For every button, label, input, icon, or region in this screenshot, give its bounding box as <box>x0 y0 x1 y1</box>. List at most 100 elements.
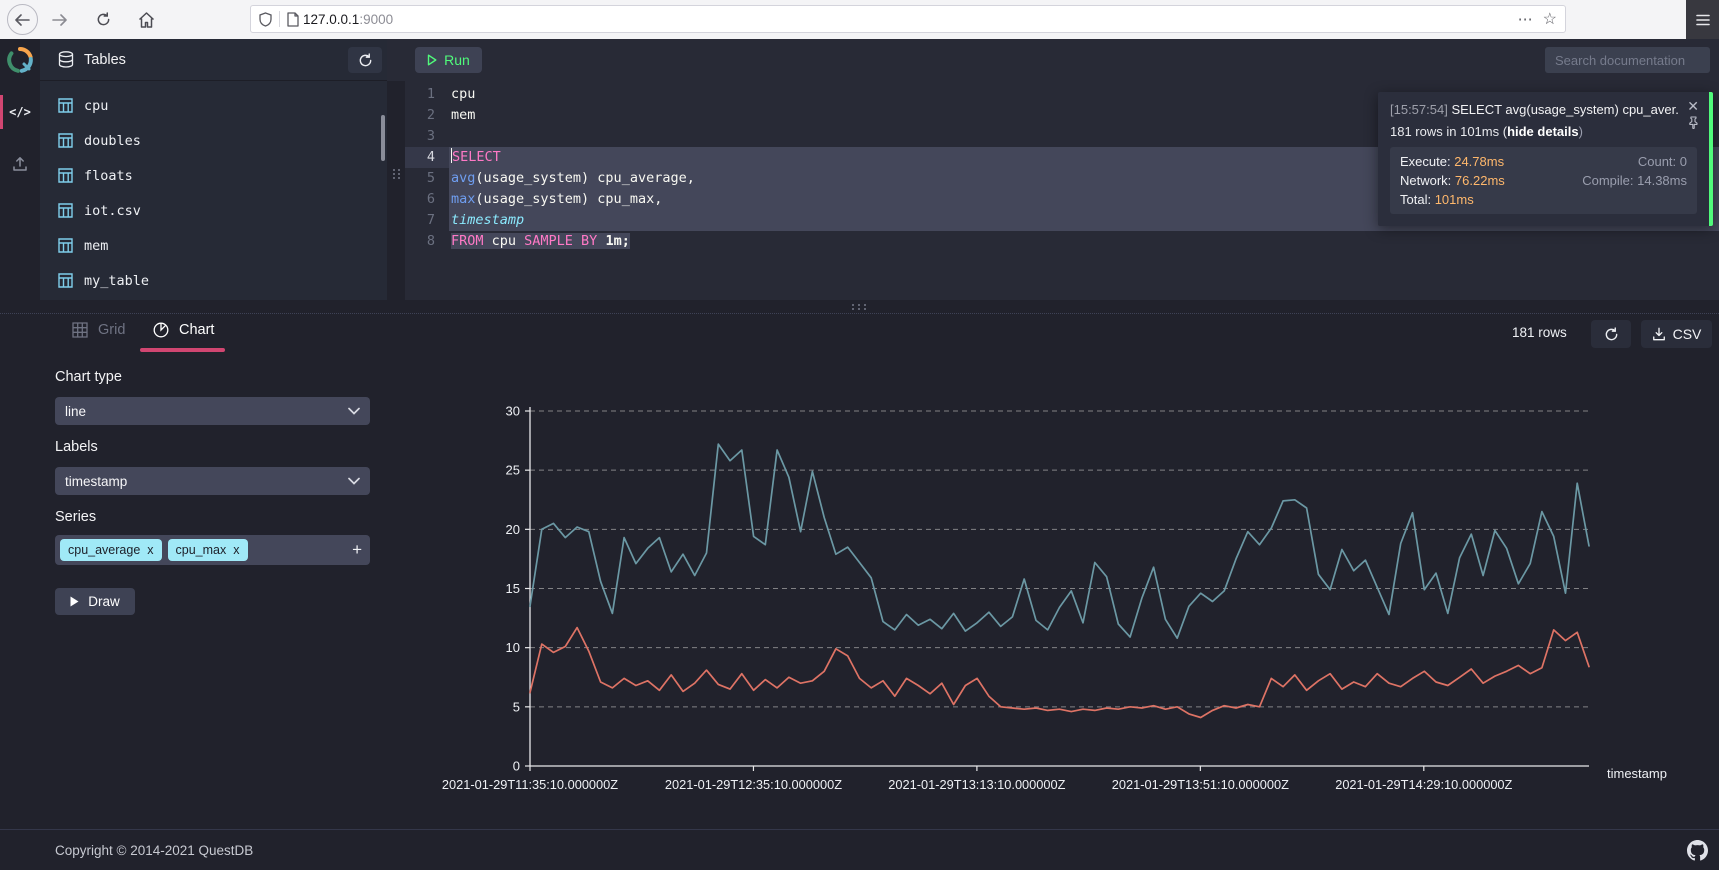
svg-text:0: 0 <box>513 759 520 774</box>
compile-text: Compile: 14.38ms <box>1582 173 1687 188</box>
run-button[interactable]: Run <box>415 47 482 73</box>
line-number: 2 <box>405 105 449 126</box>
svg-text:10: 10 <box>506 640 520 655</box>
refresh-icon <box>1604 327 1619 342</box>
series-input[interactable]: cpu_average x cpu_max x + <box>55 535 370 565</box>
execute-value: 24.78ms <box>1454 154 1504 169</box>
app-topbar: Tables Run Search documentation <box>0 39 1719 81</box>
grid-icon <box>72 322 88 338</box>
total-value: 101ms <box>1435 192 1474 207</box>
upload-icon <box>12 156 28 172</box>
draw-button[interactable]: Draw <box>55 588 135 615</box>
run-label: Run <box>444 52 470 68</box>
chevron-down-icon <box>348 407 360 415</box>
row-count: 181 rows <box>1512 325 1567 340</box>
line-chart[interactable]: 0510152025302021-01-29T11:35:10.000000Z2… <box>420 400 1710 800</box>
back-button[interactable] <box>7 4 38 35</box>
svg-text:2021-01-29T13:51:10.000000Z: 2021-01-29T13:51:10.000000Z <box>1112 777 1289 792</box>
tables-scrollbar[interactable] <box>381 115 385 161</box>
results-refresh-button[interactable] <box>1591 320 1631 348</box>
line-number: 8 <box>405 231 449 252</box>
tab-grid[interactable]: Grid <box>72 322 125 338</box>
bookmark-star-icon[interactable]: ☆ <box>1543 9 1557 29</box>
table-item-doubles[interactable]: doubles <box>40 123 387 158</box>
tables-panel: cpu doubles floats iot.csv mem my_table <box>40 81 387 300</box>
svg-text:5: 5 <box>513 699 520 714</box>
table-item-floats[interactable]: floats <box>40 158 387 193</box>
page-actions-icon[interactable]: ⋯ <box>1518 10 1533 28</box>
table-icon <box>58 238 73 253</box>
table-icon <box>58 273 73 288</box>
questdb-logo[interactable] <box>0 39 40 81</box>
table-item-iot-csv[interactable]: iot.csv <box>40 193 387 228</box>
rail-console-button[interactable]: </> <box>0 95 40 129</box>
download-icon <box>1652 327 1666 341</box>
svg-text:timestamp: timestamp <box>1607 766 1667 781</box>
table-item-mem[interactable]: mem <box>40 228 387 263</box>
line-number: 4 <box>405 147 449 168</box>
github-icon[interactable] <box>1687 840 1708 861</box>
tables-panel-header: Tables <box>40 39 387 81</box>
reload-icon <box>96 12 111 27</box>
table-item-my-table[interactable]: my_table <box>40 263 387 298</box>
copyright-text: Copyright © 2014-2021 QuestDB <box>55 843 253 858</box>
browser-toolbar: 127.0.0.1:9000 ⋯ ☆ <box>0 0 1719 40</box>
search-documentation-input[interactable]: Search documentation <box>1545 47 1710 73</box>
code-icon: </> <box>9 105 31 119</box>
add-series-button[interactable]: + <box>352 540 362 560</box>
browser-menu-button[interactable] <box>1686 0 1719 39</box>
series-chip-cpu-max[interactable]: cpu_max x <box>168 539 248 561</box>
splitter-grip <box>393 169 405 179</box>
download-csv-button[interactable]: CSV <box>1641 320 1712 348</box>
rail-import-button[interactable] <box>0 147 40 181</box>
notification-details: Execute: 24.78ms Network: 76.22ms Total:… <box>1390 147 1697 214</box>
total-label: Total: <box>1400 192 1431 207</box>
footer: Copyright © 2014-2021 QuestDB <box>0 829 1719 870</box>
line-number: 6 <box>405 189 449 210</box>
line-number: 3 <box>405 126 449 147</box>
pie-chart-icon <box>153 322 169 338</box>
line-number: 5 <box>405 168 449 189</box>
chart-type-select[interactable]: line <box>55 397 370 425</box>
svg-text:2021-01-29T13:13:10.000000Z: 2021-01-29T13:13:10.000000Z <box>888 777 1065 792</box>
play-icon <box>427 54 437 66</box>
notification-query: SELECT avg(usage_system) cpu_aver... <box>1451 102 1678 117</box>
home-button[interactable] <box>131 5 161 35</box>
forward-arrow-icon <box>52 14 67 26</box>
labels-label: Labels <box>55 439 98 455</box>
line-number: 1 <box>405 84 449 105</box>
notification-title: [15:57:54] SELECT avg(usage_system) cpu_… <box>1390 102 1678 117</box>
svg-text:30: 30 <box>506 404 520 419</box>
vertical-splitter[interactable] <box>387 81 405 300</box>
horizontal-splitter[interactable] <box>0 300 1719 313</box>
svg-text:2021-01-29T11:35:10.000000Z: 2021-01-29T11:35:10.000000Z <box>442 777 618 792</box>
shield-icon <box>259 12 272 27</box>
remove-series-icon[interactable]: x <box>233 543 239 557</box>
pin-icon[interactable] <box>1688 116 1699 129</box>
remove-series-icon[interactable]: x <box>147 543 153 557</box>
chevron-down-icon <box>348 477 360 485</box>
tab-chart[interactable]: Chart <box>153 322 214 338</box>
results-panel: Grid Chart 181 rows CSV Chart type line … <box>0 314 1719 829</box>
back-arrow-icon <box>15 14 30 26</box>
play-icon <box>70 596 79 607</box>
series-chip-cpu-average[interactable]: cpu_average x <box>60 539 162 561</box>
hide-details-link[interactable]: hide details <box>1507 124 1579 139</box>
network-label: Network: <box>1400 173 1451 188</box>
editor-line[interactable]: 8FROM cpu SAMPLE BY 1m; <box>405 231 1719 252</box>
url-bar[interactable]: 127.0.0.1:9000 ⋯ ☆ <box>250 5 1566 33</box>
table-icon <box>58 98 73 113</box>
table-item-cpu[interactable]: cpu <box>40 88 387 123</box>
series-label: Series <box>55 509 96 525</box>
url-separator <box>279 11 280 27</box>
labels-select[interactable]: timestamp <box>55 467 370 495</box>
tables-refresh-button[interactable] <box>348 47 382 73</box>
table-icon <box>58 168 73 183</box>
forward-button[interactable] <box>44 5 74 35</box>
query-notification: [15:57:54] SELECT avg(usage_system) cpu_… <box>1378 92 1713 226</box>
reload-button[interactable] <box>88 5 118 35</box>
close-icon[interactable]: ✕ <box>1687 98 1699 115</box>
count-text: Count: 0 <box>1582 154 1687 169</box>
url-port: :9000 <box>359 12 393 27</box>
page-icon <box>287 12 299 27</box>
